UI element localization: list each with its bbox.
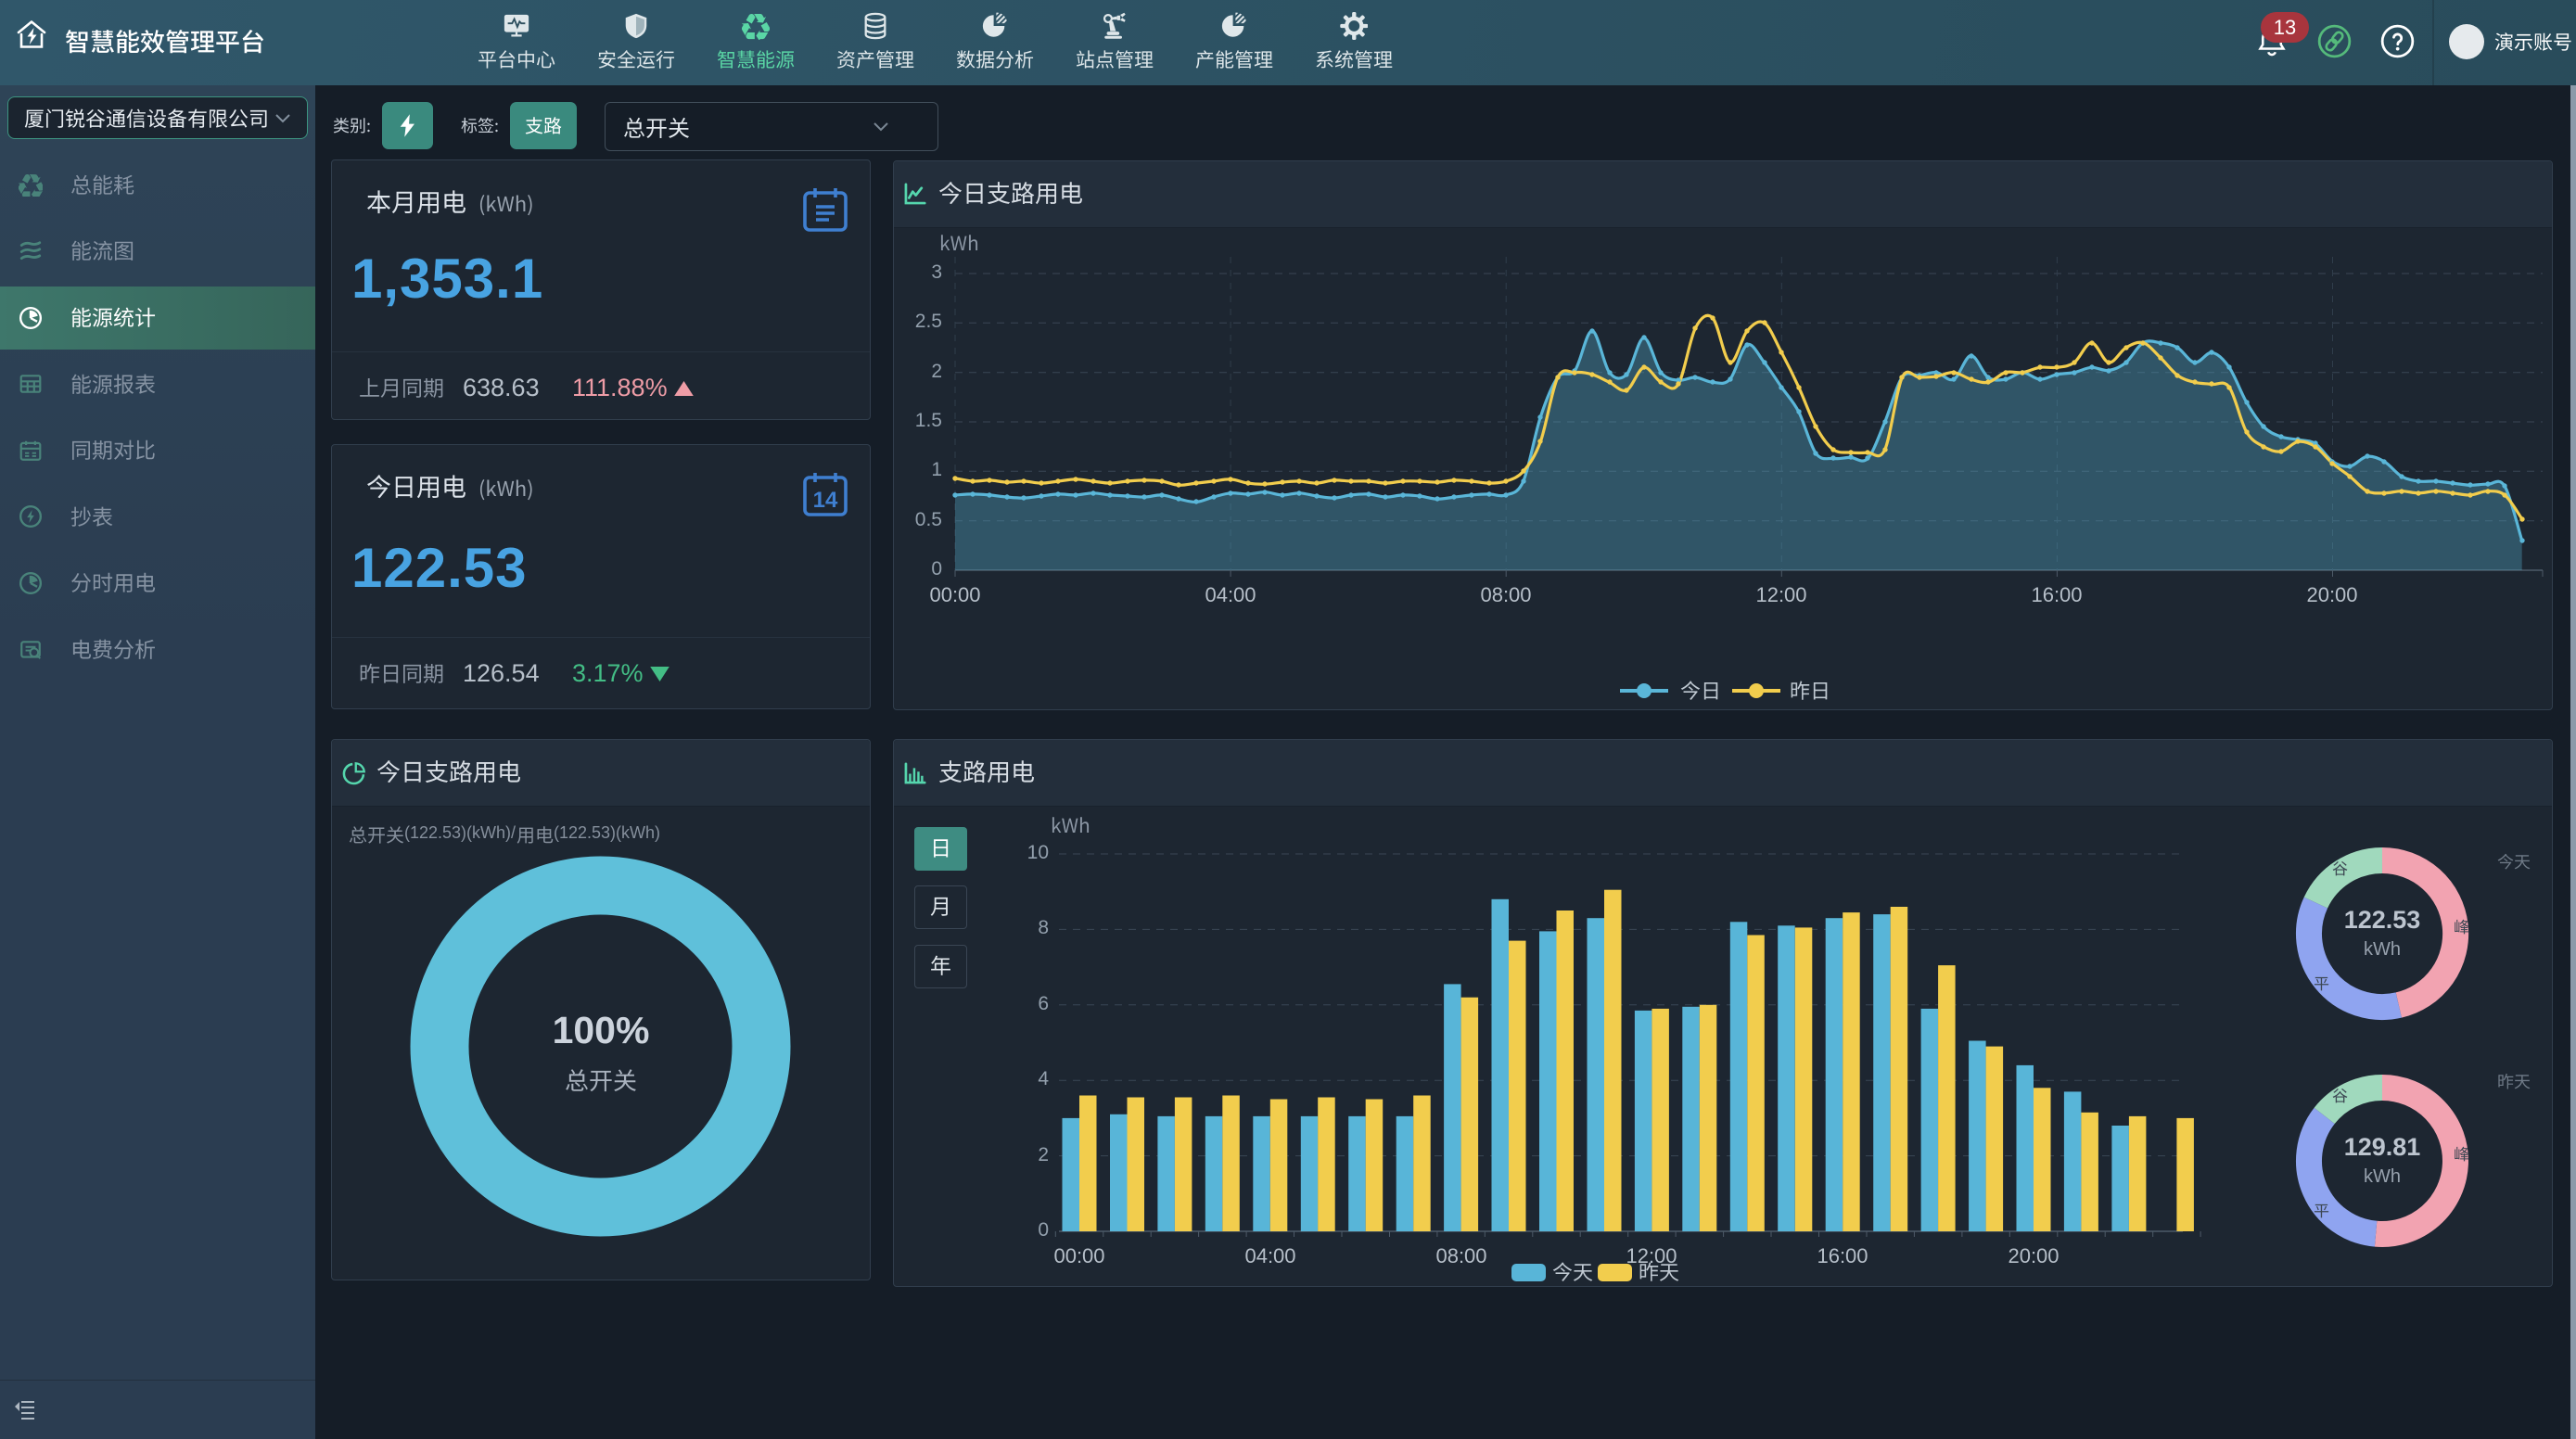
- svg-text:14: 14: [813, 488, 838, 513]
